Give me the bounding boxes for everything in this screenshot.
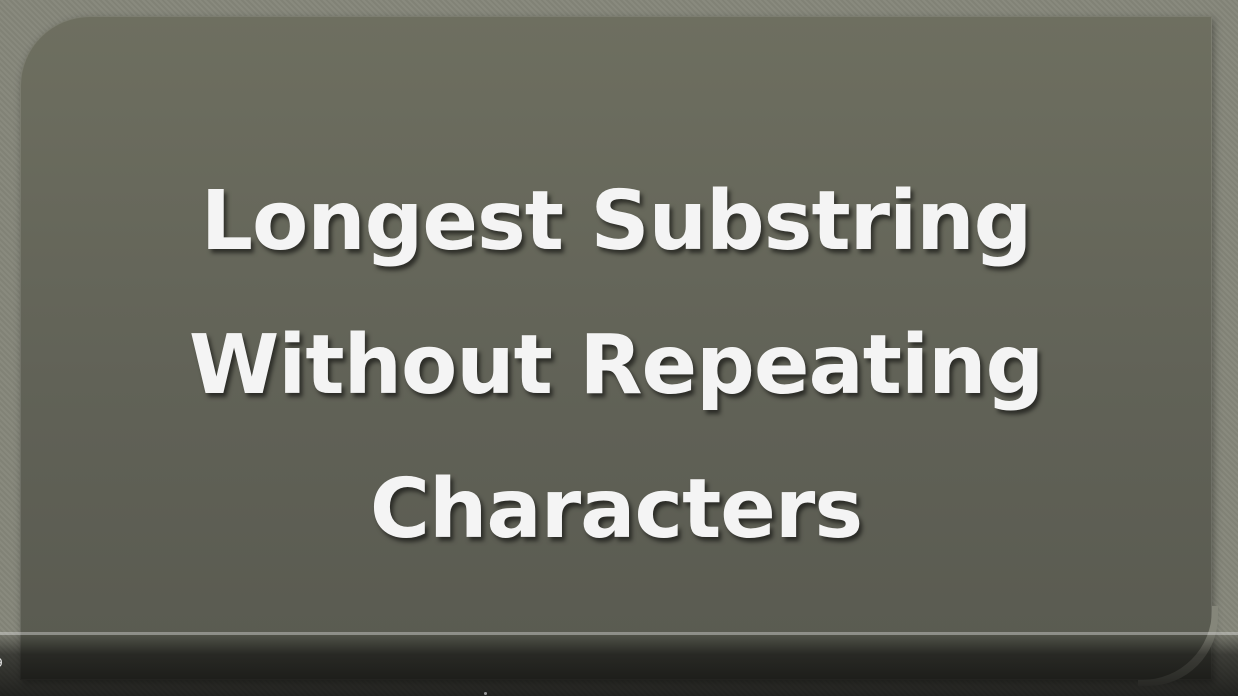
slide-title: Longest Substring Without Repeating Char… <box>20 150 1212 582</box>
player-controls-bar: 29 <box>0 632 1238 696</box>
video-viewport[interactable]: Longest Substring Without Repeating Char… <box>0 0 1238 696</box>
slide-title-line-3: Characters <box>369 462 863 557</box>
slide-title-line-2: Without Repeating <box>188 318 1044 413</box>
player-dot-icon <box>484 692 487 695</box>
slide-title-line-1: Longest Substring <box>200 174 1033 269</box>
progress-bar[interactable] <box>0 632 1238 635</box>
current-time-label: 29 <box>0 655 2 670</box>
